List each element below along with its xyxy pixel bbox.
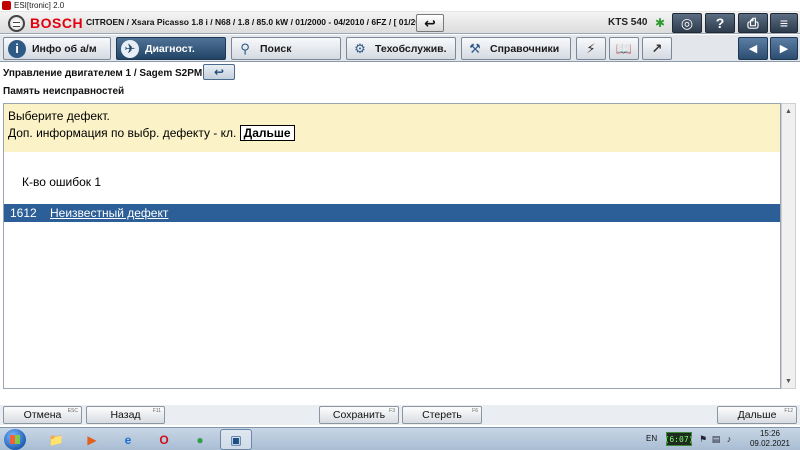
book-button[interactable]: 📖	[609, 37, 639, 60]
instruction-line-1: Выберите дефект.	[8, 109, 110, 123]
tab-label: Поиск	[260, 42, 292, 55]
print-button[interactable]: ⎙	[738, 13, 768, 33]
page-title: Память неисправностей	[3, 86, 125, 97]
start-icon[interactable]	[4, 429, 26, 450]
arrow-right-icon: ▶	[779, 43, 789, 55]
error-description[interactable]: Неизвестный дефект	[50, 206, 168, 220]
opera-icon[interactable]: O	[148, 429, 180, 450]
breadcrumb-row: Управление двигателем 1 / Sagem S2PM ↩	[0, 62, 800, 84]
tab-label: Диагност.	[145, 42, 195, 55]
fkey-hint: ESC	[67, 408, 78, 414]
fkey-hint: F12	[784, 408, 793, 414]
system-clock[interactable]: 15:26 09.02.2021	[744, 429, 796, 449]
help-icon: ?	[715, 15, 725, 31]
internet-explorer-icon[interactable]: e	[112, 429, 144, 450]
language-indicator[interactable]: EN	[646, 434, 657, 443]
window-title: ESI[tronic] 2.0	[14, 1, 65, 10]
error-code: 1612	[10, 206, 37, 220]
save-label: Сохранить	[332, 409, 386, 421]
back-label: Назад	[110, 409, 141, 421]
clock-time: 15:26	[759, 429, 781, 438]
vehicle-back-button[interactable]: ↩	[416, 14, 444, 32]
search-icon: ⚲	[240, 40, 250, 56]
error-row[interactable]: 1612 Неизвестный дефект	[4, 204, 780, 222]
tab-references[interactable]: ⚒ Справочники	[461, 37, 571, 60]
kts-tray-badge[interactable]: (6:07)	[665, 432, 693, 446]
device-label: KTS 540	[608, 17, 648, 28]
info-icon: i	[8, 39, 26, 58]
vehicle-header: BOSCH CITROEN / Xsara Picasso 1.8 i / N6…	[0, 12, 800, 34]
fkey-hint: F6	[472, 408, 478, 414]
car-diagnosis-icon: ✈	[121, 39, 139, 58]
fkey-hint: F3	[389, 408, 395, 414]
save-button[interactable]: Сохранить F3	[319, 406, 399, 424]
main-nav: i Инфо об а/м ✈ Диагност. ⚲ Поиск ⚙ Техо…	[0, 35, 800, 62]
nav-next-button[interactable]: ▶	[770, 37, 798, 60]
back-button[interactable]: Назад F11	[86, 406, 165, 424]
tab-vehicle-info[interactable]: i Инфо об а/м	[3, 37, 111, 60]
tab-diagnosis[interactable]: ✈ Диагност.	[116, 37, 226, 60]
breadcrumb: Управление двигателем 1 / Sagem S2PM	[3, 68, 203, 79]
back-arrow-icon: ↩	[213, 65, 225, 79]
function-key-bar: Отмена ESC Назад F11 Сохранить F3 Стерет…	[0, 405, 800, 425]
gears-icon: ⚙	[354, 40, 366, 56]
next-label: Дальше	[737, 409, 777, 421]
os-taskbar: 📁 ▶ e O ● ▣ EN (6:07) ⚑ ▤ ♪ 15:26 09.02.…	[0, 427, 800, 450]
back-arrow-icon: ↩	[424, 15, 436, 31]
globe-settings-icon: ◎	[680, 14, 694, 31]
fault-memory-panel: Выберите дефект. Доп. информация по выбр…	[3, 103, 781, 389]
tab-label: Справочники	[490, 42, 560, 55]
bluetooth-status-icon: ✱	[655, 16, 666, 30]
tab-label: Техобслужив.	[375, 42, 447, 55]
fkey-hint: F11	[152, 408, 161, 414]
cancel-label: Отмена	[23, 409, 62, 421]
bosch-logo-icon	[8, 15, 25, 32]
nav-prev-button[interactable]: ◀	[738, 37, 768, 60]
explorer-icon[interactable]: 📁	[40, 429, 72, 450]
app-icon	[2, 1, 11, 10]
erase-label: Стереть	[422, 409, 462, 421]
scroll-up-icon[interactable]: ▲	[782, 104, 795, 118]
tab-label: Инфо об а/м	[32, 42, 97, 55]
next-key-hint: Дальше	[239, 125, 295, 141]
book-icon: 📖	[615, 40, 633, 56]
flag-icon[interactable]: ⚑	[697, 433, 709, 445]
menu-icon: ≡	[779, 15, 789, 31]
instruction-box: Выберите дефект. Доп. информация по выбр…	[4, 104, 780, 152]
window-titlebar: ESI[tronic] 2.0	[0, 0, 800, 12]
breadcrumb-back-button[interactable]: ↩	[203, 64, 235, 80]
next-button[interactable]: Дальше F12	[717, 406, 797, 424]
media-player-icon[interactable]: ▶	[76, 429, 108, 450]
menu-button[interactable]: ≡	[770, 13, 798, 33]
cancel-button[interactable]: Отмена ESC	[3, 406, 82, 424]
error-count: К-во ошибок 1	[22, 175, 102, 189]
vehicle-info: CITROEN / Xsara Picasso 1.8 i / N68 / 1.…	[86, 17, 440, 27]
print-icon: ⎙	[747, 14, 759, 31]
help-button[interactable]: ?	[705, 13, 735, 33]
scroll-down-icon[interactable]: ▼	[782, 374, 795, 388]
network-icon[interactable]: ▤	[710, 433, 722, 445]
tab-maintenance[interactable]: ⚙ Техобслужив.	[346, 37, 456, 60]
brand-logo: BOSCH	[30, 15, 84, 31]
chrome-icon[interactable]: ●	[184, 429, 216, 450]
panel-scrollbar[interactable]: ▲ ▼	[781, 103, 796, 389]
wrench-icon: ⚒	[469, 40, 481, 56]
lightning-button[interactable]: ⚡	[576, 37, 606, 60]
volume-icon[interactable]: ♪	[723, 433, 735, 445]
erase-button[interactable]: Стереть F6	[402, 406, 482, 424]
lightning-icon: ⚡	[586, 40, 596, 56]
tab-search[interactable]: ⚲ Поиск	[231, 37, 341, 60]
clock-date: 09.02.2021	[749, 439, 791, 448]
external-window-button[interactable]: ↗	[642, 37, 672, 60]
external-window-icon: ↗	[651, 40, 663, 56]
settings-button[interactable]: ◎	[672, 13, 702, 33]
esi-tronic-icon[interactable]: ▣	[220, 429, 252, 450]
arrow-left-icon: ◀	[748, 43, 758, 55]
instruction-text: Доп. информация по выбр. дефекту - кл.	[8, 126, 237, 140]
instruction-line-2: Доп. информация по выбр. дефекту - кл. Д…	[8, 125, 776, 142]
